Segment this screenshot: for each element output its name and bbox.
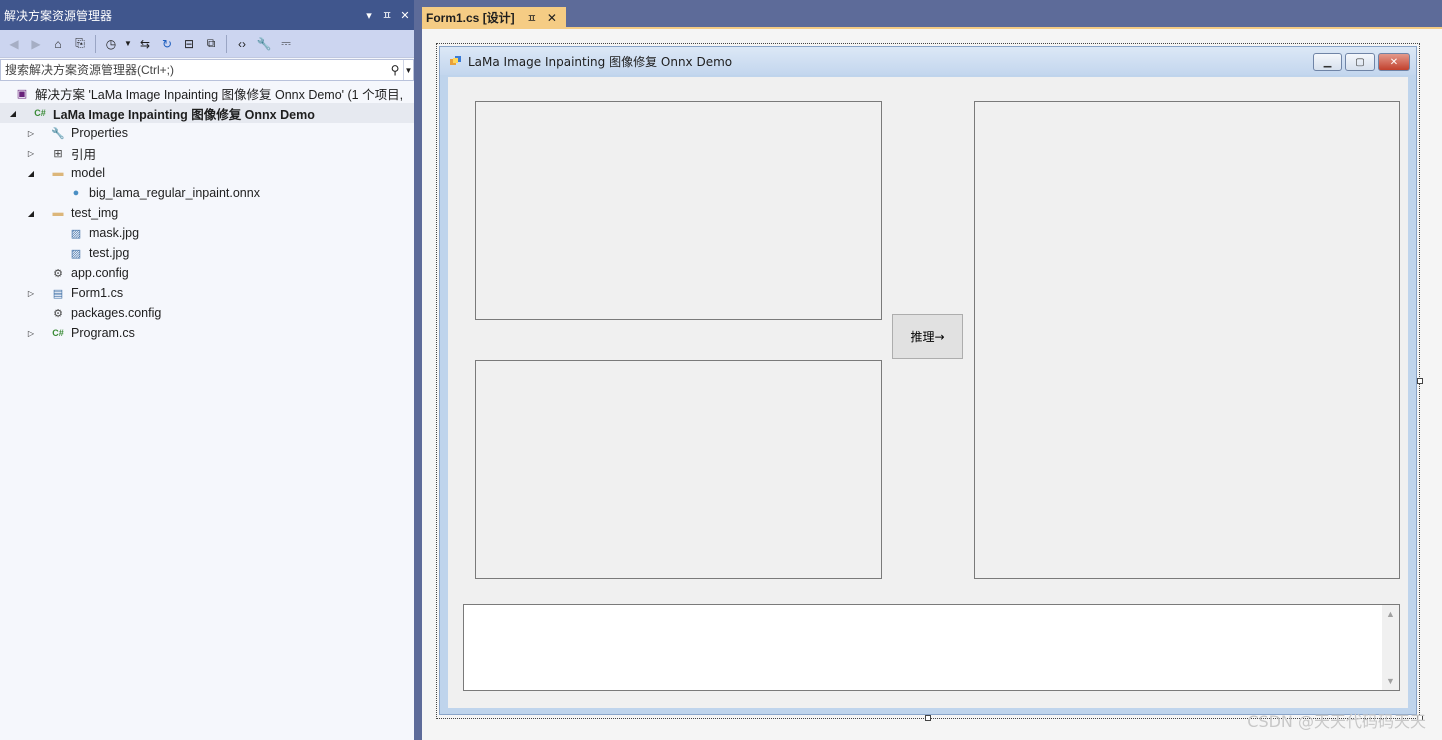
csharp-file-icon: C# (52, 328, 64, 338)
tree-item-label: packages.config (71, 306, 162, 320)
pin-icon[interactable]: ㅍ (527, 10, 537, 26)
tree-item-label: Properties (71, 126, 128, 140)
scroll-up-icon[interactable]: ▲ (1382, 609, 1399, 619)
tree-item-label: 解决方案 'LaMa Image Inpainting 图像修复 Onnx De… (35, 87, 404, 102)
form-titlebar: LaMa Image Inpainting 图像修复 Onnx Demo (440, 47, 1416, 75)
search-icon[interactable]: ⚲ (387, 63, 403, 77)
panel-splitter[interactable] (414, 0, 422, 740)
folder-icon: ▬ (52, 207, 64, 219)
collapsed-arrow-icon[interactable]: ▷ (26, 329, 36, 338)
picturebox-input-image[interactable] (475, 101, 882, 320)
toolbar-separator (226, 34, 227, 53)
home-icon[interactable]: ⌂ (48, 34, 68, 54)
collapsed-arrow-icon[interactable]: ▷ (26, 129, 36, 138)
tree-item-label: app.config (71, 266, 129, 280)
window-position-dropdown-icon[interactable]: ▾ (360, 9, 378, 22)
collapsed-arrow-icon[interactable]: ▷ (26, 289, 36, 298)
config-file-icon: ⚙ (53, 267, 63, 280)
picturebox-result-image[interactable] (974, 101, 1400, 579)
back-icon[interactable]: ◀ (4, 34, 24, 54)
tree-item[interactable]: ▣ 解决方案 'LaMa Image Inpainting 图像修复 Onnx D… (0, 83, 414, 103)
solution-explorer-title: 解决方案资源管理器 (4, 8, 113, 23)
resize-handle-right[interactable] (1417, 378, 1423, 384)
tree-item[interactable]: ▷ C# Program.cs (0, 323, 414, 343)
watermark: CSDN @天天代码码天天 (1247, 712, 1426, 731)
refresh-icon[interactable]: ↻ (157, 34, 177, 54)
pin-icon[interactable]: ㅍ (378, 7, 396, 23)
collapsed-arrow-icon[interactable]: ▷ (26, 149, 36, 158)
tree-item-label: model (71, 166, 106, 180)
expanded-arrow-icon[interactable]: ◢ (8, 109, 18, 118)
search-box[interactable]: ⚲ ▼ (0, 59, 414, 81)
maximize-button[interactable]: ▢ (1345, 53, 1375, 71)
form-client-area: 推理→ ▲ ▼ (448, 77, 1408, 708)
expanded-arrow-icon[interactable]: ◢ (26, 169, 36, 178)
pending-changes-filter-icon[interactable]: ◷ (101, 34, 121, 54)
image-file-icon: ▨ (70, 247, 82, 260)
solution-explorer-titlebar: 解决方案资源管理器 ▾ ㅍ ✕ (0, 0, 414, 30)
minimize-button[interactable]: ▁ (1313, 53, 1342, 71)
forward-icon[interactable]: ▶ (26, 34, 46, 54)
collapse-all-icon[interactable]: ⊟ (179, 34, 199, 54)
folder-icon: ▬ (52, 167, 64, 179)
tree-item[interactable]: ◢ ▬ test_img (0, 203, 414, 223)
sync-with-document-icon[interactable]: ⇆ (135, 34, 155, 54)
csharp-project-icon: C# (34, 108, 46, 118)
close-button[interactable]: ✕ (1378, 53, 1410, 71)
tree-item[interactable]: ▷ ▤ Form1.cs (0, 283, 414, 303)
wrench-icon: 🔧 (51, 127, 65, 140)
form-title: LaMa Image Inpainting 图像修复 Onnx Demo (468, 54, 733, 69)
references-icon: ⊞ (53, 147, 63, 160)
tab-form1-design[interactable]: Form1.cs [设计] ㅍ ✕ (422, 7, 566, 28)
winform-window[interactable]: LaMa Image Inpainting 图像修复 Onnx Demo ▁ ▢… (439, 46, 1417, 715)
chevron-down-icon[interactable]: ▼ (123, 34, 133, 54)
tree-item-label: big_lama_regular_inpaint.onnx (89, 186, 260, 200)
tree-item-label: Program.cs (71, 326, 135, 340)
view-code-icon[interactable]: ‹› (232, 34, 252, 54)
tree-item[interactable]: ⚙ packages.config (0, 303, 414, 323)
solution-tree: ▣ 解决方案 'LaMa Image Inpainting 图像修复 Onnx D… (0, 81, 414, 343)
toolbar-separator (95, 34, 96, 53)
close-icon[interactable]: ✕ (396, 9, 414, 22)
globe-file-icon: ● (72, 187, 80, 199)
textbox-scrollbar[interactable]: ▲ ▼ (1382, 605, 1399, 690)
scroll-down-icon[interactable]: ▼ (1382, 676, 1399, 686)
tree-item[interactable]: ◢ C# LaMa Image Inpainting 图像修复 Onnx Demo (0, 103, 414, 123)
tree-item-label: 引用 (71, 147, 97, 162)
expanded-arrow-icon[interactable]: ◢ (26, 209, 36, 218)
tree-item-label: Form1.cs (71, 286, 124, 300)
preview-selected-icon[interactable]: ⎓ (276, 34, 296, 54)
form-icon: ▤ (52, 287, 64, 300)
infer-button[interactable]: 推理→ (892, 314, 963, 359)
form-designer-surface[interactable]: LaMa Image Inpainting 图像修复 Onnx Demo ▁ ▢… (422, 29, 1442, 740)
show-all-files-icon[interactable]: ⧉ (201, 34, 221, 54)
tree-item-label: mask.jpg (89, 226, 140, 240)
output-textbox[interactable]: ▲ ▼ (463, 604, 1400, 691)
image-file-icon: ▨ (70, 227, 82, 240)
tree-item[interactable]: ▷ ⊞ 引用 (0, 143, 414, 163)
properties-wrench-icon[interactable]: 🔧 (254, 34, 274, 54)
solution-explorer-toolbar: ◀ ▶ ⌂ ⎘ ◷ ▼ ⇆ ↻ ⊟ ⧉ ‹› 🔧 ⎓ (0, 30, 414, 58)
config-file-icon: ⚙ (53, 307, 63, 320)
tree-item[interactable]: ● big_lama_regular_inpaint.onnx (0, 183, 414, 203)
tab-label: Form1.cs [设计] (426, 11, 515, 25)
tree-item[interactable]: ▷ 🔧 Properties (0, 123, 414, 143)
tree-item-label: test_img (71, 206, 119, 220)
close-icon[interactable]: ✕ (547, 11, 557, 25)
form-app-icon (450, 55, 462, 67)
tree-item[interactable]: ◢ ▬ model (0, 163, 414, 183)
tree-item-label: test.jpg (89, 246, 130, 260)
picturebox-mask-image[interactable] (475, 360, 882, 579)
tree-item[interactable]: ▨ test.jpg (0, 243, 414, 263)
solution-explorer-panel: 解决方案资源管理器 ▾ ㅍ ✕ ◀ ▶ ⌂ ⎘ ◷ ▼ ⇆ ↻ ⊟ ⧉ ‹› 🔧… (0, 0, 414, 740)
resize-handle-bottom[interactable] (925, 715, 931, 721)
search-options-dropdown-icon[interactable]: ▼ (403, 60, 413, 80)
tree-item[interactable]: ▨ mask.jpg (0, 223, 414, 243)
tree-item[interactable]: ⚙ app.config (0, 263, 414, 283)
tree-item-label: LaMa Image Inpainting 图像修复 Onnx Demo (53, 107, 315, 122)
document-well: Form1.cs [设计] ㅍ ✕ LaMa Image Inpainting … (422, 0, 1442, 740)
solution-icon: ▣ (16, 87, 28, 100)
search-input[interactable] (1, 63, 387, 77)
switch-views-icon[interactable]: ⎘ (70, 34, 90, 54)
